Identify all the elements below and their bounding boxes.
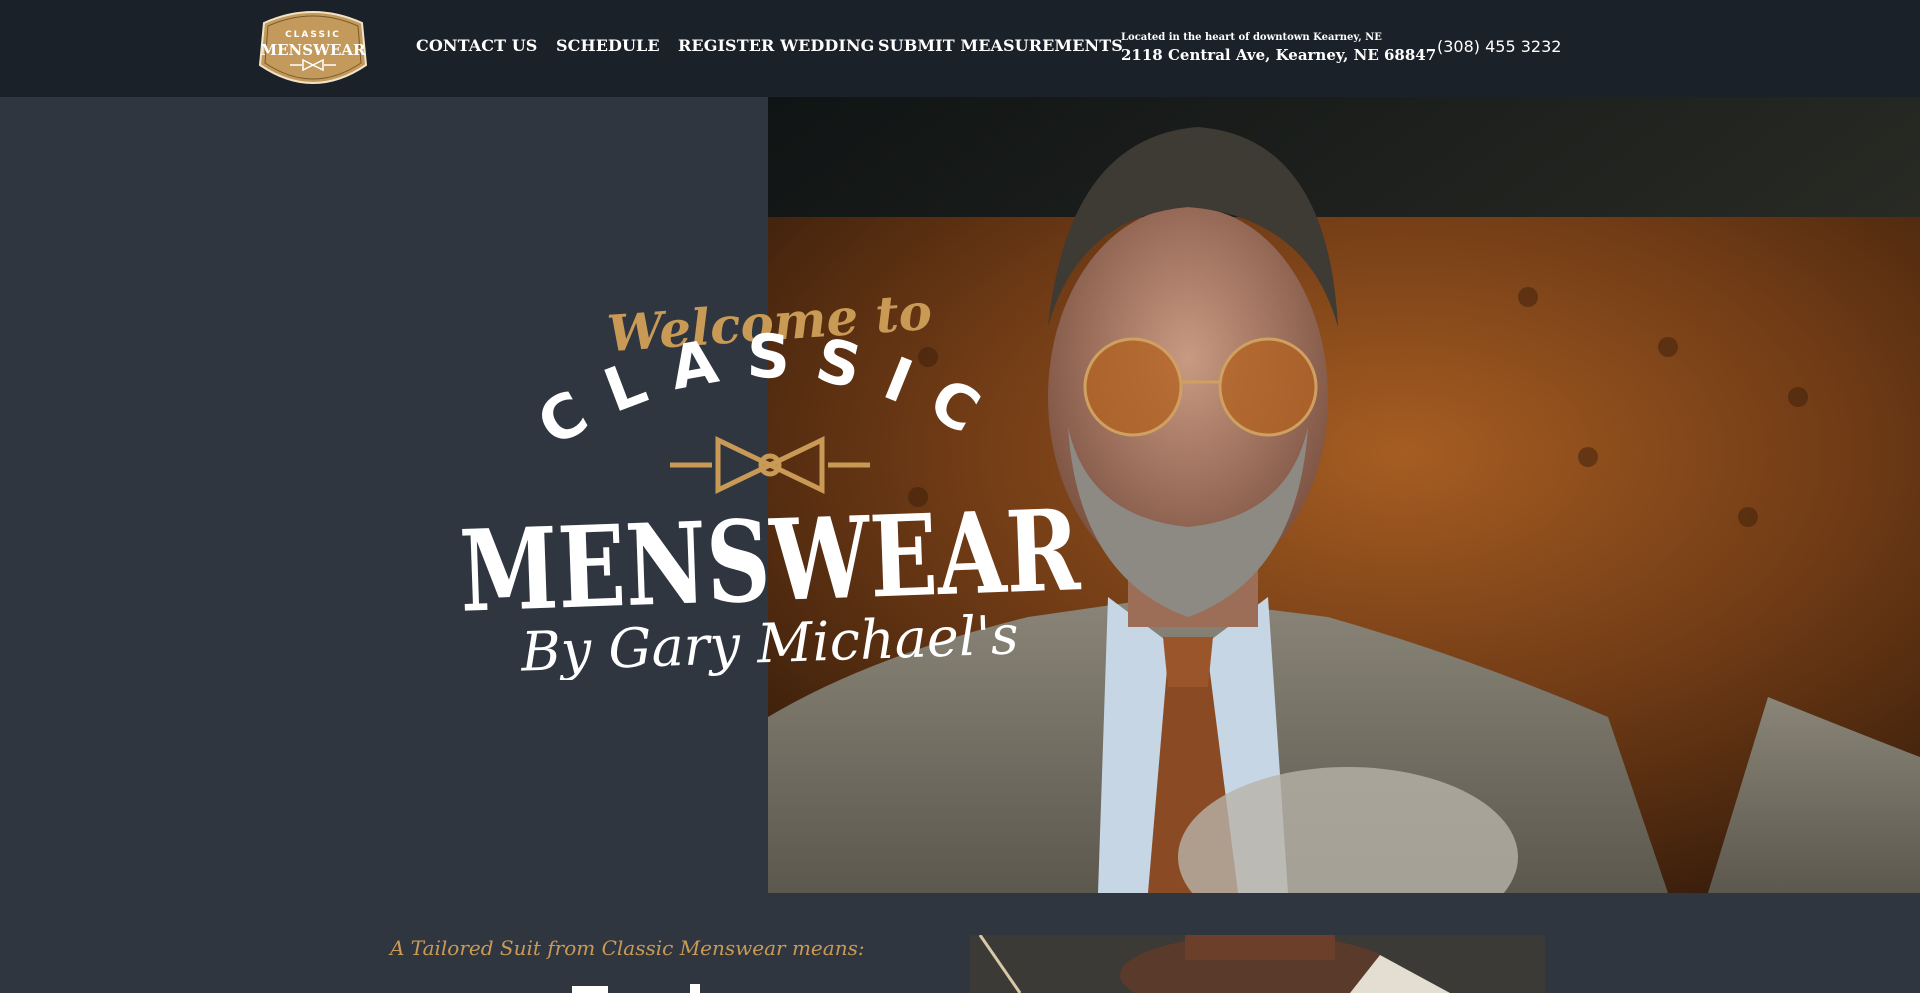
address-tagline: Located in the heart of downtown Kearney… [1121, 32, 1382, 43]
top-nav: CLASSIC MENSWEAR CONTACT US SCHEDULE REG… [0, 0, 1920, 97]
logo-badge[interactable]: CLASSIC MENSWEAR [254, 9, 372, 87]
hero-logo: Welcome to CLASSIC MENSWEAR By Gary Mich… [458, 282, 1083, 680]
svg-text:CLASSIC: CLASSIC [527, 322, 1014, 461]
cut-off-heading-glyphs [572, 984, 700, 993]
nav-submit-measurements[interactable]: SUBMIT MEASUREMENTS [878, 36, 1123, 55]
nav-schedule[interactable]: SCHEDULE [556, 36, 660, 55]
nav-register-wedding[interactable]: REGISTER WEDDING [678, 36, 874, 55]
bowtie-icon [670, 436, 870, 494]
section-tagline: A Tailored Suit from Classic Menswear me… [390, 936, 865, 960]
store-address[interactable]: 2118 Central Ave, Kearney, NE 68847 [1121, 46, 1436, 64]
svg-text:CLASSIC: CLASSIC [285, 30, 341, 40]
phone-number[interactable]: (308) 455 3232 [1437, 37, 1561, 56]
tailoring-photo [970, 935, 1545, 993]
svg-text:MENSWEAR: MENSWEAR [261, 41, 366, 59]
intro-section [0, 893, 1920, 993]
nav-contact-us[interactable]: CONTACT US [416, 36, 537, 55]
